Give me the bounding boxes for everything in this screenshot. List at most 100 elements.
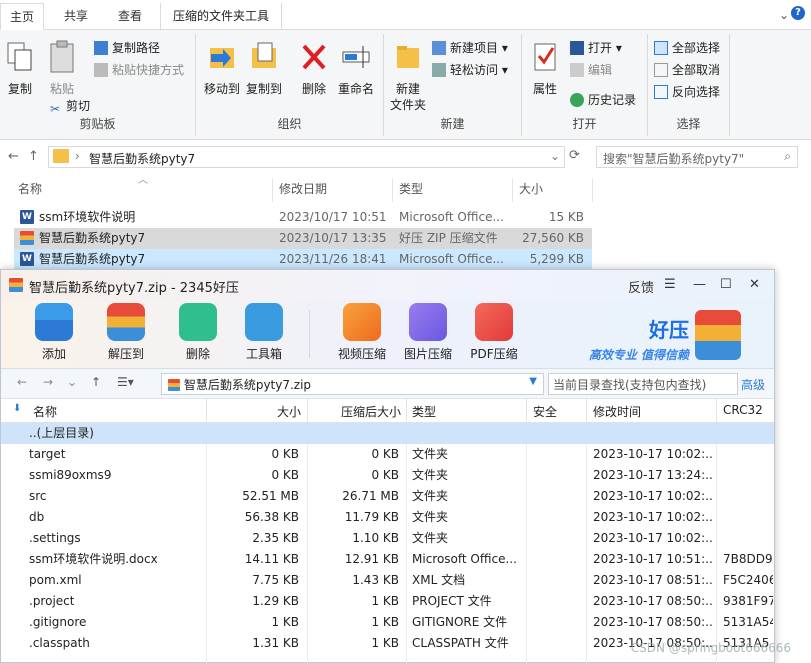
delete-button[interactable]: 删除: [296, 40, 332, 97]
column-size[interactable]: 大小: [519, 178, 543, 200]
archive-path-field[interactable]: 智慧后勤系统pyty7.zip ▼: [161, 373, 544, 395]
haozip-toolbar: 添加 解压到 删除 工具箱 视频压缩 图片压缩 PDF压缩 好压 高效专业 值得…: [1, 300, 774, 369]
haozip-titlebar[interactable]: 智慧后勤系统pyty7.zip - 2345好压 反馈 ☰ — ☐ ✕: [1, 270, 774, 300]
file-row[interactable]: 智慧后勤系统pyty7 2023/10/17 13:35 好压 ZIP 压缩文件…: [14, 228, 592, 249]
col-crc32[interactable]: CRC32: [723, 403, 763, 417]
search-input[interactable]: 搜索"智慧后勤系统pyty7" ⌕: [596, 146, 798, 168]
back-arrow-icon[interactable]: ←: [8, 149, 19, 164]
copy-to-button[interactable]: 复制到: [244, 40, 284, 97]
feedback-link[interactable]: 反馈: [628, 277, 654, 296]
tab-view[interactable]: 查看: [106, 3, 154, 30]
row-name: .classpath: [29, 636, 90, 650]
archive-row[interactable]: .project 1.29 KB 1 KB PROJECT 文件 2023-10…: [1, 591, 774, 612]
row-packed: 1 KB: [371, 594, 399, 608]
path-icon: [94, 41, 108, 55]
move-to-button[interactable]: 移动到: [202, 40, 242, 97]
archive-row[interactable]: .gitignore 1 KB 1 KB GITIGNORE 文件 2023-1…: [1, 612, 774, 633]
copy-folder-icon: [252, 42, 276, 68]
video-compress-button[interactable]: 视频压缩: [329, 303, 395, 362]
row-size: 0 KB: [271, 468, 299, 482]
copy-icon: [7, 42, 32, 71]
new-folder-icon: [397, 46, 419, 68]
add-button[interactable]: 添加: [21, 303, 87, 362]
file-size: 15 KB: [548, 210, 584, 224]
row-size: 14.11 KB: [244, 552, 299, 566]
new-folder-button[interactable]: 新建 文件夹: [388, 40, 428, 113]
edit-button[interactable]: 编辑: [570, 60, 612, 80]
new-group: 新建 文件夹 新建项目 ▾ 轻松访问 ▾ 新建: [384, 34, 522, 136]
row-packed: 11.79 KB: [344, 510, 399, 524]
open-button[interactable]: 打开 ▾: [570, 38, 622, 58]
column-divider: [526, 399, 527, 423]
delete-archive-button[interactable]: 删除: [165, 303, 231, 362]
toolbox-icon: [245, 303, 283, 341]
view-mode-icon[interactable]: ☰▾: [117, 375, 134, 389]
menu-icon[interactable]: ☰: [664, 277, 676, 292]
column-divider: [716, 399, 717, 423]
advanced-search-link[interactable]: 高级: [741, 376, 765, 393]
forward-arrow-icon[interactable]: →: [43, 375, 53, 389]
tab-share[interactable]: 共享: [52, 3, 100, 30]
select-none-button[interactable]: 全部取消: [654, 60, 720, 80]
col-type[interactable]: 类型: [412, 403, 436, 420]
back-arrow-icon[interactable]: ←: [17, 375, 27, 389]
address-dropdown-icon[interactable]: ⌄: [550, 149, 560, 163]
col-security[interactable]: 安全: [533, 403, 557, 420]
col-modified[interactable]: 修改时间: [593, 403, 641, 420]
archive-row-parent[interactable]: ..(上层目录): [1, 423, 774, 444]
refresh-icon[interactable]: ⟳: [569, 148, 580, 163]
paste-shortcut-button[interactable]: 粘贴快捷方式: [94, 60, 184, 80]
row-type: PROJECT 文件: [412, 594, 492, 608]
close-icon[interactable]: ✕: [749, 277, 760, 292]
help-icon[interactable]: ?: [791, 6, 805, 20]
up-arrow-icon[interactable]: ↑: [91, 375, 101, 389]
copy-path-button[interactable]: 复制路径: [94, 38, 160, 58]
minimize-icon[interactable]: —: [693, 277, 706, 292]
archive-row[interactable]: db 56.38 KB 11.79 KB 文件夹 2023-10-17 10:0…: [1, 507, 774, 528]
image-compress-button[interactable]: 图片压缩: [395, 303, 461, 362]
tab-compressed-folder-tools[interactable]: 压缩的文件夹工具: [160, 3, 282, 30]
paste-button[interactable]: 粘贴: [44, 40, 80, 97]
maximize-icon[interactable]: ☐: [720, 277, 732, 292]
file-row[interactable]: W 智慧后勤系统pyty7 2023/11/26 18:41 Microsoft…: [14, 249, 592, 270]
toolbox-button[interactable]: 工具箱: [231, 303, 297, 362]
file-row[interactable]: W ssm环境软件说明 2023/10/17 10:51 Microsoft O…: [14, 207, 592, 228]
history-dropdown-icon[interactable]: ⌄: [67, 375, 77, 389]
select-all-button[interactable]: 全部选择: [654, 38, 720, 58]
archive-row[interactable]: .settings 2.35 KB 1.10 KB 文件夹 2023-10-17…: [1, 528, 774, 549]
new-item-button[interactable]: 新建项目 ▾: [432, 38, 508, 58]
archive-row[interactable]: src 52.51 MB 26.71 MB 文件夹 2023-10-17 10:…: [1, 486, 774, 507]
column-type[interactable]: 类型: [399, 178, 423, 200]
row-name: src: [29, 489, 47, 503]
cut-button[interactable]: ✂ 剪切: [48, 96, 90, 116]
search-icon: ⌕: [784, 149, 791, 163]
extract-button[interactable]: 解压到: [93, 303, 159, 362]
pdf-compress-button[interactable]: PDF压缩: [461, 303, 527, 362]
copy-button[interactable]: 复制: [4, 40, 36, 97]
easy-access-button[interactable]: 轻松访问 ▾: [432, 60, 508, 80]
organize-group: 移动到 复制到 删除 重命名 组织: [196, 34, 384, 136]
new-folder-label: 新建 文件夹: [389, 82, 426, 112]
invert-selection-button[interactable]: 反向选择: [654, 82, 720, 102]
properties-button[interactable]: 属性: [528, 40, 562, 97]
row-name: ssm环境软件说明.docx: [29, 552, 158, 566]
col-size[interactable]: 大小: [277, 403, 301, 420]
col-name[interactable]: 名称: [33, 403, 57, 420]
archive-row[interactable]: ssmi89oxms9 0 KB 0 KB 文件夹 2023-10-17 13:…: [1, 465, 774, 486]
tab-home[interactable]: 主页: [0, 3, 44, 30]
up-arrow-icon[interactable]: ↑: [28, 149, 39, 164]
col-packed-size[interactable]: 压缩后大小: [341, 403, 401, 420]
rename-button[interactable]: 重命名: [336, 40, 376, 97]
column-name[interactable]: 名称: [18, 178, 42, 200]
archive-row[interactable]: target 0 KB 0 KB 文件夹 2023-10-17 10:02:..…: [1, 444, 774, 465]
path-dropdown-icon[interactable]: ▼: [529, 376, 537, 387]
archive-row[interactable]: pom.xml 7.75 KB 1.43 KB XML 文档 2023-10-1…: [1, 570, 774, 591]
column-date[interactable]: 修改日期: [279, 178, 327, 200]
archive-row[interactable]: W ssm环境软件说明.docx 14.11 KB 12.91 KB Micro…: [1, 549, 774, 570]
row-type: 文件夹: [412, 447, 449, 461]
archive-search-input[interactable]: 当前目录查找(支持包内查找): [548, 373, 738, 395]
pdf-compress-label: PDF压缩: [470, 347, 518, 361]
chevron-down-icon[interactable]: ⌄: [779, 8, 789, 22]
address-bar[interactable]: › 智慧后勤系统pyty7 ⌄: [48, 146, 565, 168]
history-button[interactable]: 历史记录: [570, 90, 636, 110]
